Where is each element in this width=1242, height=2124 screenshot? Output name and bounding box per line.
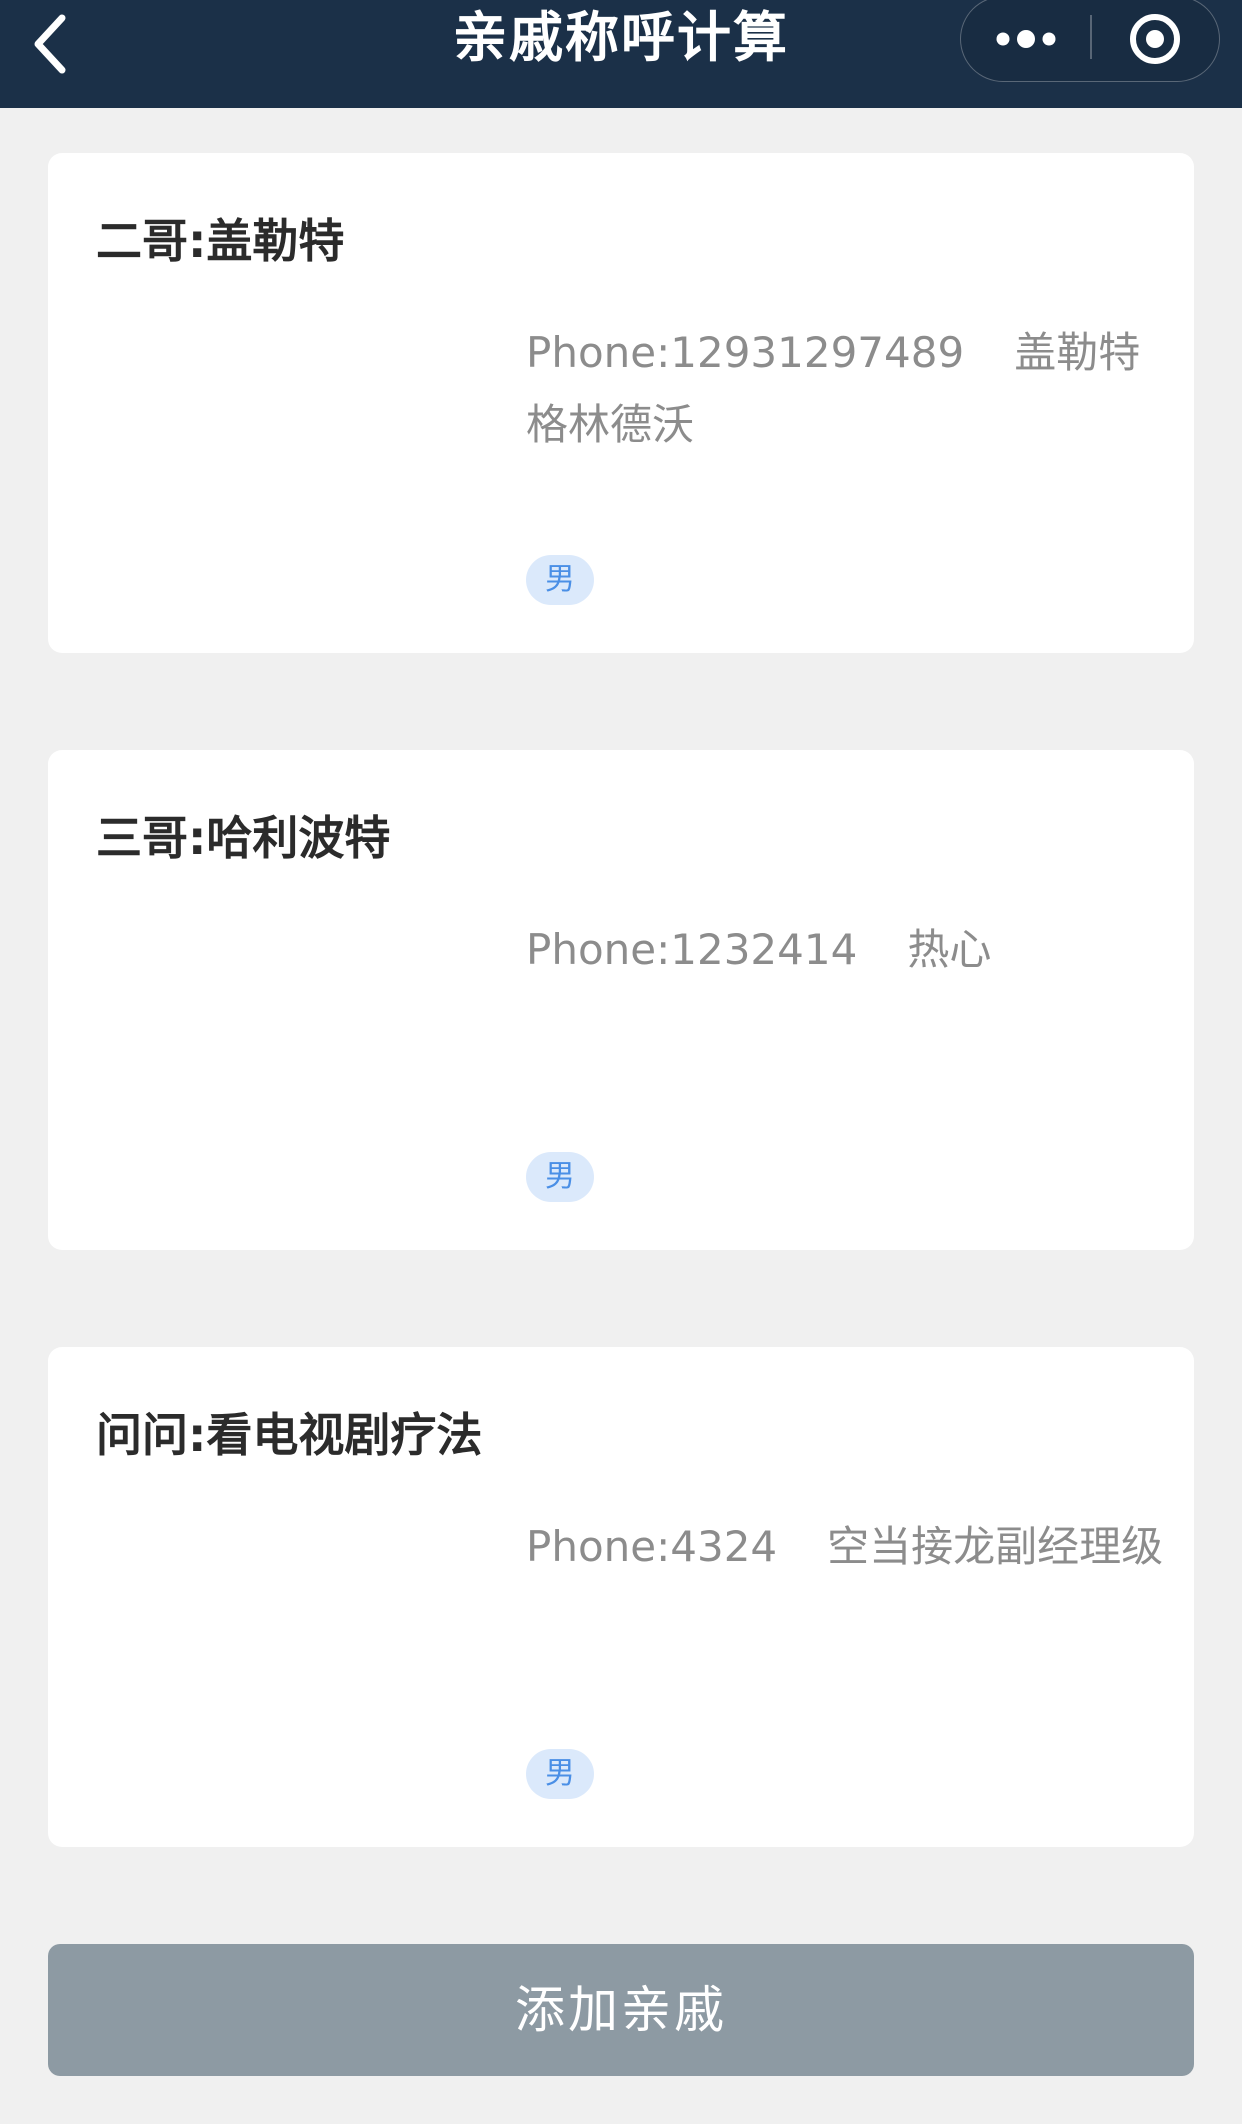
relative-card[interactable]: 三哥:哈利波特 Phone:1232414 热心 男: [48, 750, 1194, 1250]
relative-phone: Phone:1232414: [526, 925, 858, 974]
relative-description: Phone:4324 空当接龙副经理级: [526, 1511, 1166, 1583]
relative-title: 二哥:盖勒特: [96, 214, 345, 268]
gender-tag: 男: [526, 1152, 594, 1202]
relative-card[interactable]: 二哥:盖勒特 Phone:12931297489 盖勒特格林德沃 男: [48, 153, 1194, 653]
mini-program-capsule: [960, 0, 1220, 82]
target-close-icon: [1130, 14, 1180, 64]
relative-note: 热心: [907, 925, 992, 974]
relative-phone: Phone:12931297489: [526, 328, 965, 377]
relative-card[interactable]: 问问:看电视剧疗法 Phone:4324 空当接龙副经理级 男: [48, 1347, 1194, 1847]
relative-phone: Phone:4324: [526, 1522, 778, 1571]
navigation-bar: 亲戚称呼计算: [0, 0, 1242, 108]
relative-description: Phone:1232414 热心: [526, 914, 1166, 986]
more-dots-icon: [996, 30, 1056, 48]
gender-tag: 男: [526, 1749, 594, 1799]
close-button[interactable]: [1092, 0, 1218, 81]
relative-note: 空当接龙副经理级: [827, 1522, 1164, 1571]
relative-title: 问问:看电视剧疗法: [96, 1408, 483, 1462]
relative-description: Phone:12931297489 盖勒特格林德沃: [526, 317, 1166, 461]
relative-title: 三哥:哈利波特: [96, 811, 391, 865]
gender-tag: 男: [526, 555, 594, 605]
add-relative-button[interactable]: 添加亲戚: [48, 1944, 1194, 2076]
more-button[interactable]: [961, 0, 1091, 81]
